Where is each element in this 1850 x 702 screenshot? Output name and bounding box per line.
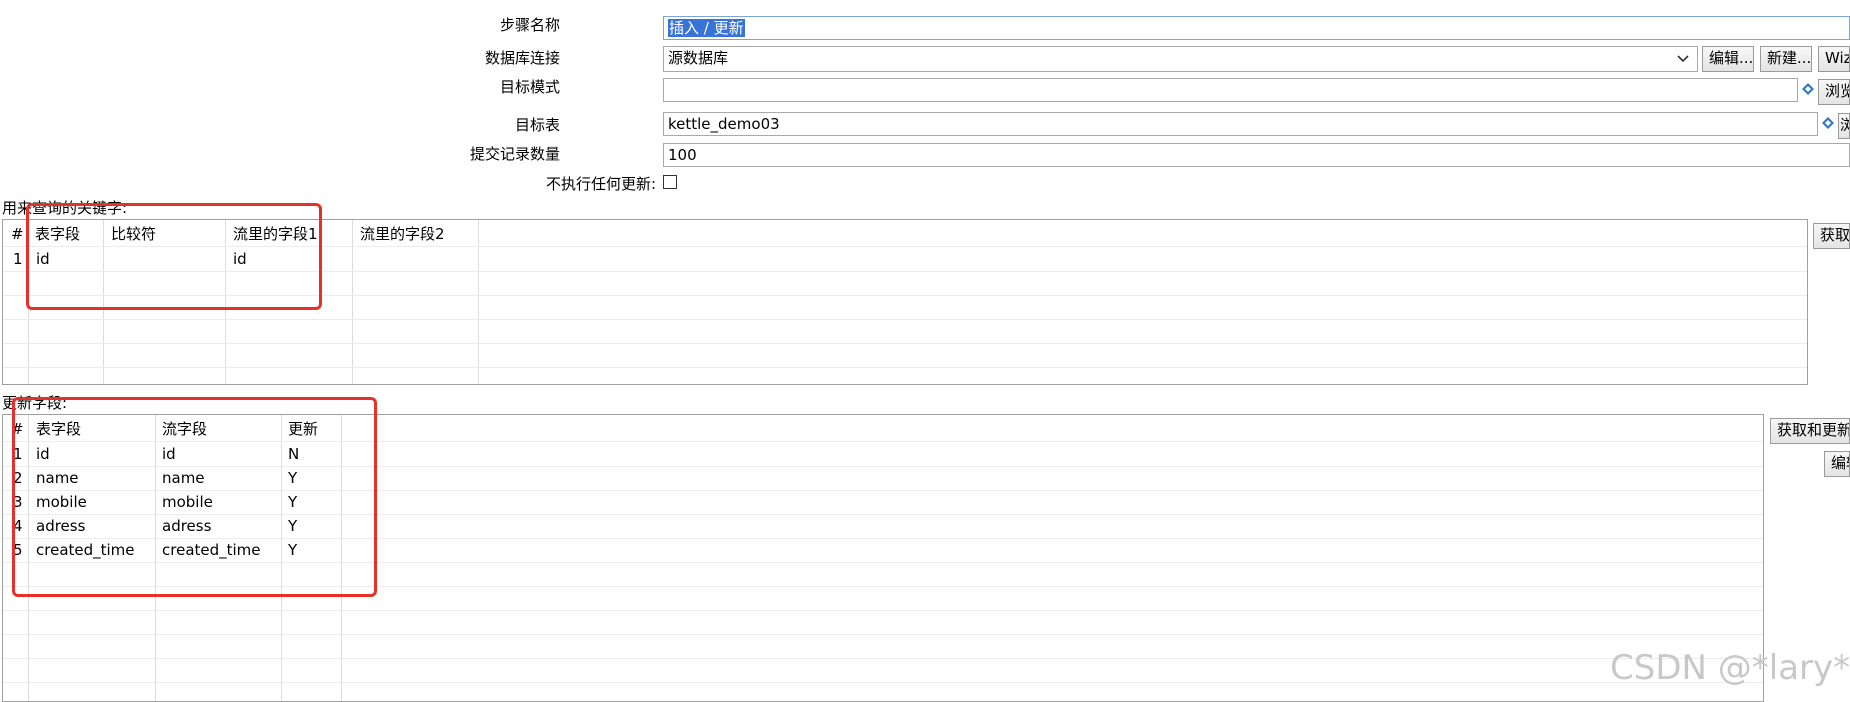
no-update-checkbox[interactable] (663, 175, 677, 189)
target-table-label: 目标表 (514, 116, 560, 134)
new-connection-button[interactable]: 新建... (1760, 46, 1812, 72)
db-connection-label: 数据库连接 (484, 49, 560, 67)
browse-table-button[interactable]: 浏 (1838, 113, 1850, 139)
step-name-value: 插入 / 更新 (668, 19, 745, 37)
lookup-key-highlight-box (26, 203, 322, 310)
step-name-label: 步骤名称 (499, 16, 560, 34)
step-name-input[interactable]: 插入 / 更新 (663, 16, 1850, 40)
row-number: 1 (13, 250, 23, 268)
db-connection-value: 源数据库 (668, 49, 729, 67)
variable-icon (1802, 83, 1814, 95)
db-connection-select[interactable]: 源数据库 (663, 46, 1698, 72)
column-header[interactable]: 流里的字段2 (360, 224, 445, 244)
browse-schema-button[interactable]: 浏览 (1818, 79, 1850, 105)
commit-size-input[interactable]: 100 (663, 143, 1850, 167)
commit-size-label: 提交记录数量 (469, 145, 560, 163)
get-and-update-fields-button[interactable]: 获取和更新 (1770, 418, 1850, 444)
chevron-down-icon (1677, 55, 1689, 63)
edit-connection-button[interactable]: 编辑... (1702, 46, 1754, 72)
column-header: # (11, 225, 24, 243)
no-update-label: 不执行任何更新: (545, 175, 656, 193)
edit-mapping-button[interactable]: 编辑 (1824, 451, 1850, 477)
get-fields-button[interactable]: 获取 (1813, 223, 1850, 249)
target-schema-label: 目标模式 (499, 78, 560, 96)
variable-icon (1822, 117, 1834, 129)
target-schema-input[interactable] (663, 78, 1798, 102)
target-table-input[interactable]: kettle_demo03 (663, 112, 1818, 136)
update-fields-highlight-box (12, 397, 377, 597)
watermark: CSDN @*lary* (1610, 648, 1850, 688)
wizard-button[interactable]: Wiz (1818, 46, 1850, 72)
